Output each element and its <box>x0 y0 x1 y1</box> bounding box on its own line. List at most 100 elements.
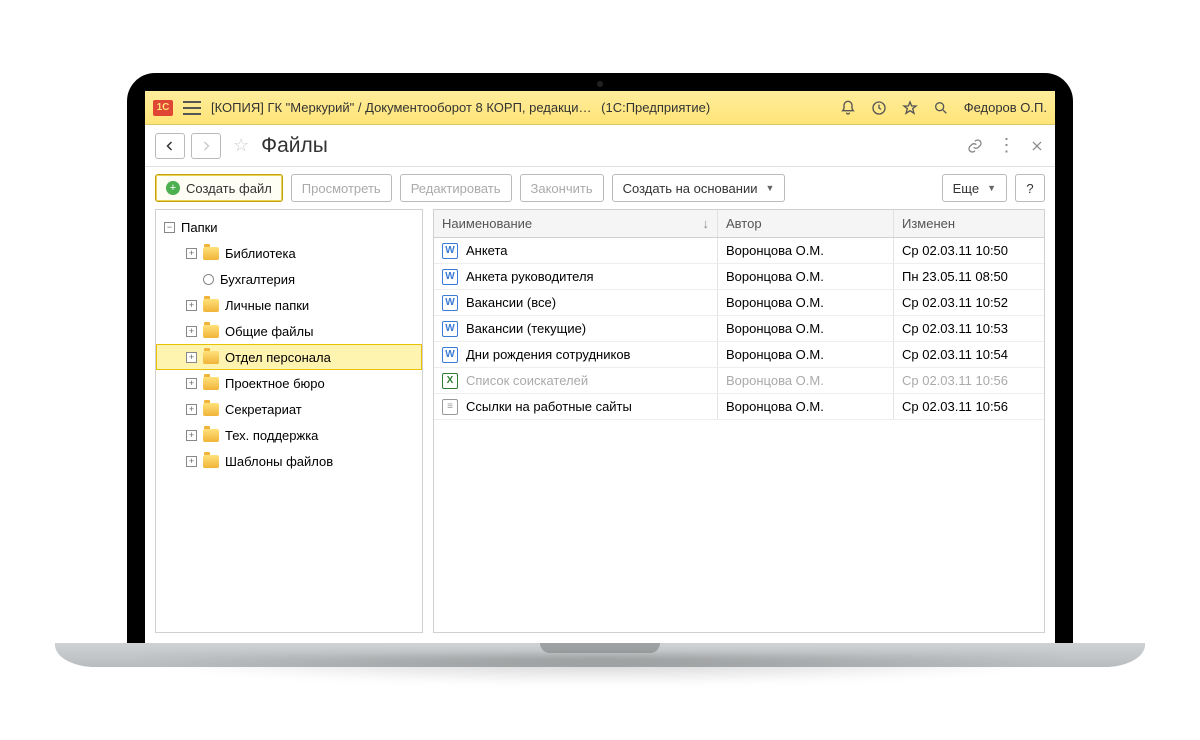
col-date[interactable]: Изменен <box>894 210 1044 237</box>
titlebar: 1C [КОПИЯ] ГК "Меркурий" / Документообор… <box>145 91 1055 125</box>
file-name: Вакансии (текущие) <box>466 321 586 336</box>
plus-icon: + <box>166 181 180 195</box>
expand-icon[interactable] <box>186 326 197 337</box>
back-button[interactable] <box>155 133 185 159</box>
folder-tree: Папки Библиотека Бухгалтерия Личные папки О… <box>155 209 423 633</box>
edit-button[interactable]: Редактировать <box>400 174 512 202</box>
file-name: Анкета руководителя <box>466 269 594 284</box>
file-author: Воронцова О.М. <box>718 316 894 341</box>
page-header: ☆ Файлы ⋮ <box>145 125 1055 167</box>
menu-icon[interactable] <box>183 101 201 115</box>
file-name: Анкета <box>466 243 508 258</box>
create-file-button[interactable]: + Создать файл <box>155 174 283 202</box>
file-list: Наименование↓ Автор Изменен W Анкета Ворон… <box>433 209 1045 633</box>
expand-icon[interactable] <box>186 378 197 389</box>
file-date: Ср 02.03.11 10:56 <box>894 394 1044 419</box>
more-button[interactable]: Еще▼ <box>942 174 1007 202</box>
word-icon: W <box>442 321 458 337</box>
close-icon[interactable] <box>1028 137 1045 154</box>
search-icon[interactable] <box>933 99 950 116</box>
tree-item-label: Тех. поддержка <box>225 428 318 443</box>
file-author: Воронцова О.М. <box>718 368 894 393</box>
tree-item[interactable]: Тех. поддержка <box>156 422 422 448</box>
table-row[interactable]: WВакансии (все)Воронцова О.М.Ср 02.03.11… <box>434 290 1044 316</box>
tree-item[interactable]: Проектное бюро <box>156 370 422 396</box>
excel-icon: X <box>442 373 458 389</box>
collapse-icon[interactable] <box>164 222 175 233</box>
file-author: Воронцова О.М. <box>718 264 894 289</box>
file-date: Ср 02.03.11 10:52 <box>894 290 1044 315</box>
file-author: Воронцова О.М. <box>718 290 894 315</box>
tree-item[interactable]: Библиотека <box>156 240 422 266</box>
expand-icon[interactable] <box>186 456 197 467</box>
tree-item-label: Личные папки <box>225 298 309 313</box>
table-row[interactable]: W Вакансии (текущие) Воронцова О.М.Ср 02.0… <box>434 316 1044 342</box>
view-button[interactable]: Просмотреть <box>291 174 392 202</box>
file-name: Ссылки на работные сайты <box>466 399 632 414</box>
tree-item-label: Шаблоны файлов <box>225 454 333 469</box>
folder-icon <box>203 247 219 260</box>
tree-item[interactable]: Шаблоны файлов <box>156 448 422 474</box>
star-icon[interactable] <box>902 99 919 116</box>
tree-root-row[interactable]: Папки <box>156 214 422 240</box>
forward-button[interactable] <box>191 133 221 159</box>
help-button[interactable]: ? <box>1015 174 1045 202</box>
expand-icon[interactable] <box>186 430 197 441</box>
expand-icon[interactable] <box>186 300 197 311</box>
tree-item-label: Общие файлы <box>225 324 313 339</box>
col-author[interactable]: Автор <box>718 210 894 237</box>
finish-button[interactable]: Закончить <box>520 174 604 202</box>
expand-icon[interactable] <box>186 352 197 363</box>
tree-item-label: Проектное бюро <box>225 376 325 391</box>
col-name[interactable]: Наименование↓ <box>434 210 718 237</box>
table-row[interactable]: WАнкета руководителяВоронцова О.М.Пн 23.… <box>434 264 1044 290</box>
text-icon: ≡ <box>442 399 458 415</box>
folder-icon <box>203 325 219 338</box>
folder-icon <box>203 377 219 390</box>
page-title: Файлы <box>261 134 328 158</box>
table-row[interactable]: WАнкетаВоронцова О.М.Ср 02.03.11 10:50 <box>434 238 1044 264</box>
file-author: Воронцова О.М. <box>718 394 894 419</box>
user-name[interactable]: Федоров О.П. <box>964 100 1047 115</box>
table-row[interactable]: XСписок соискателейВоронцова О.М.Ср 02.0… <box>434 368 1044 394</box>
laptop-base <box>55 643 1145 667</box>
create-based-button[interactable]: Создать на основании▼ <box>612 174 786 202</box>
file-author: Воронцова О.М. <box>718 342 894 367</box>
tree-item-label: Библиотека <box>225 246 296 261</box>
tree-item[interactable]: Личные папки <box>156 292 422 318</box>
link-icon[interactable] <box>966 137 983 154</box>
folder-icon <box>203 403 219 416</box>
folder-icon <box>203 299 219 312</box>
table-header: Наименование↓ Автор Изменен <box>434 210 1044 238</box>
expand-icon[interactable] <box>186 248 197 259</box>
table-row[interactable]: ≡ Ссылки на работные сайты Воронцова О.М.С… <box>434 394 1044 420</box>
folder-icon <box>203 351 219 364</box>
expand-icon[interactable] <box>186 404 197 415</box>
tree-item-label: Бухгалтерия <box>220 272 295 287</box>
word-icon: W <box>442 347 458 363</box>
tree-item[interactable]: Бухгалтерия <box>156 266 422 292</box>
tree-item[interactable]: Секретариат <box>156 396 422 422</box>
bell-icon[interactable] <box>840 99 857 116</box>
more-icon[interactable]: ⋮ <box>997 137 1014 154</box>
file-date: Ср 02.03.11 10:54 <box>894 342 1044 367</box>
file-author: Воронцова О.М. <box>718 238 894 263</box>
tree-item[interactable]: Отдел персонала <box>156 344 422 370</box>
circle-icon <box>203 274 214 285</box>
file-name: Дни рождения сотрудников <box>466 347 630 362</box>
logo-1c: 1C <box>153 100 173 116</box>
file-date: Ср 02.03.11 10:53 <box>894 316 1044 341</box>
tree-item[interactable]: Общие файлы <box>156 318 422 344</box>
word-icon: W <box>442 243 458 259</box>
laptop-frame: 1C [КОПИЯ] ГК "Меркурий" / Документообор… <box>55 73 1145 667</box>
favorite-star-icon[interactable]: ☆ <box>233 135 249 156</box>
app-title: [КОПИЯ] ГК "Меркурий" / Документооборот … <box>211 100 830 115</box>
file-name: Вакансии (все) <box>466 295 556 310</box>
folder-icon <box>203 455 219 468</box>
history-icon[interactable] <box>871 99 888 116</box>
sort-icon: ↓ <box>703 216 710 231</box>
toolbar: + Создать файл Просмотреть Редактировать… <box>145 167 1055 209</box>
app-screen: 1C [КОПИЯ] ГК "Меркурий" / Документообор… <box>145 91 1055 643</box>
table-row[interactable]: W Дни рождения сотрудников Воронцова О.М.С… <box>434 342 1044 368</box>
no-expand <box>186 274 197 285</box>
